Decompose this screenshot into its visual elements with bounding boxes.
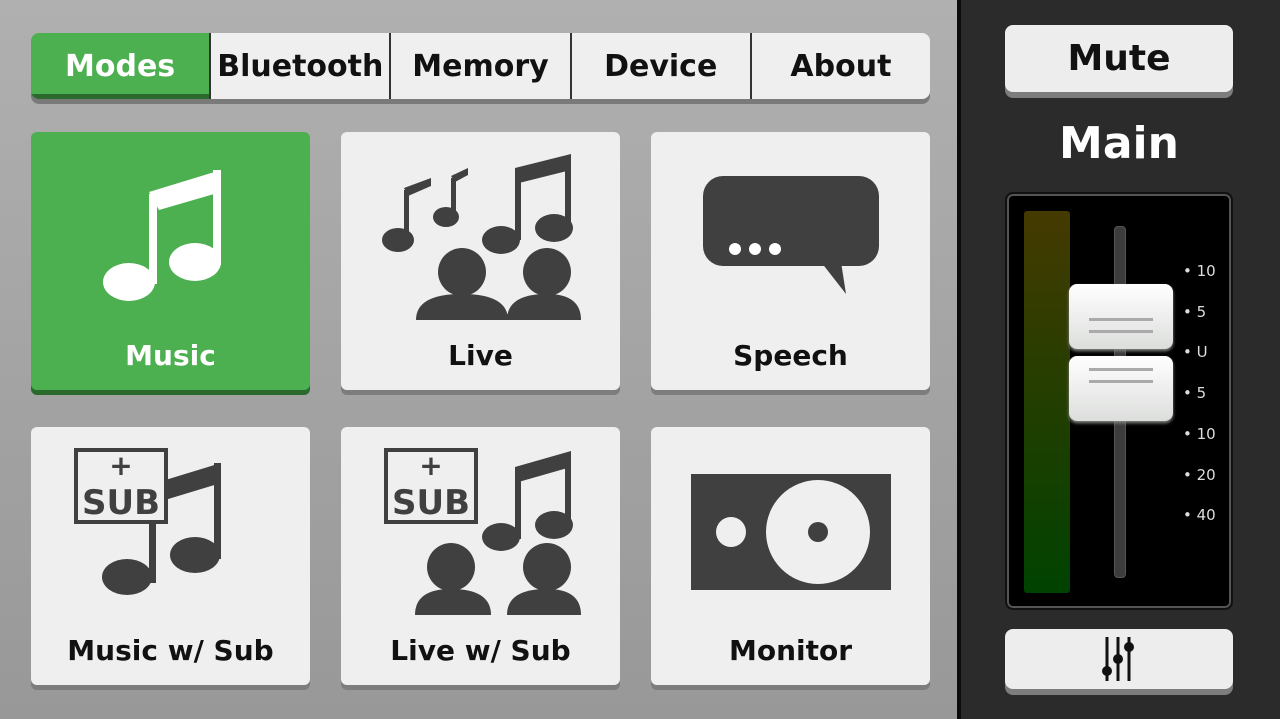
tab-bar: Modes Bluetooth Memory Device About	[31, 33, 930, 99]
svg-text:SUB: SUB	[82, 483, 160, 523]
tab-memory[interactable]: Memory	[389, 33, 570, 99]
mode-live-sub-button[interactable]: + SUB Live w/ Sub	[341, 427, 620, 685]
tab-modes[interactable]: Modes	[31, 33, 210, 99]
mode-label: Music	[125, 339, 216, 372]
music-note-icon	[103, 170, 221, 301]
mode-label: Live w/ Sub	[390, 634, 571, 667]
mode-monitor-button[interactable]: Monitor	[651, 427, 930, 685]
fader-scale-label: • 5	[1183, 384, 1207, 403]
mode-label: Music w/ Sub	[67, 634, 274, 667]
tab-about[interactable]: About	[749, 33, 930, 99]
mode-label: Live	[448, 339, 513, 372]
mode-speech-button[interactable]: Speech	[651, 132, 930, 390]
mode-live-button[interactable]: Live	[341, 132, 620, 390]
mode-label: Monitor	[728, 634, 853, 667]
mode-music-button[interactable]: Music	[31, 132, 310, 390]
mixer-settings-button[interactable]	[1005, 629, 1233, 689]
fader-scale-label: • 20	[1183, 465, 1216, 484]
mute-button[interactable]: Mute	[1005, 25, 1233, 92]
mode-label: Speech	[733, 339, 848, 372]
music-sub-icon: + SUB	[74, 448, 221, 595]
sliders-icon	[1102, 637, 1134, 681]
channel-label: Main	[1059, 118, 1179, 169]
modes-panel: Modes Bluetooth Memory Device About Musi…	[0, 0, 957, 719]
fader-scale-label: • 5	[1183, 302, 1207, 321]
monitor-speaker-icon	[691, 474, 891, 590]
fader-scale-label: • 10	[1183, 424, 1216, 443]
svg-text:+: +	[419, 449, 442, 482]
fader-panel: • 10 • 5 • U • 5 • 10 • 20 • 40	[1005, 192, 1233, 610]
svg-text:SUB: SUB	[392, 483, 470, 523]
tab-device[interactable]: Device	[569, 33, 750, 99]
svg-text:+: +	[109, 449, 132, 482]
fader-handle[interactable]	[1069, 356, 1173, 421]
main-channel-panel: Mute Main • 10 • 5 • U • 5 • 10 • 20 • 40	[961, 0, 1280, 719]
mode-music-sub-button[interactable]: + SUB Music w/ Sub	[31, 427, 310, 685]
fader-handle[interactable]	[1069, 284, 1173, 349]
speech-bubble-icon	[703, 176, 879, 294]
fader-scale-label: • 10	[1183, 262, 1216, 280]
live-sub-icon: + SUB	[384, 448, 581, 615]
level-meter	[1024, 211, 1070, 593]
tab-bluetooth[interactable]: Bluetooth	[209, 33, 390, 99]
fader-scale-label: • U	[1183, 343, 1208, 362]
fader-scale-label: • 40	[1183, 506, 1216, 525]
live-audience-icon	[382, 154, 581, 320]
